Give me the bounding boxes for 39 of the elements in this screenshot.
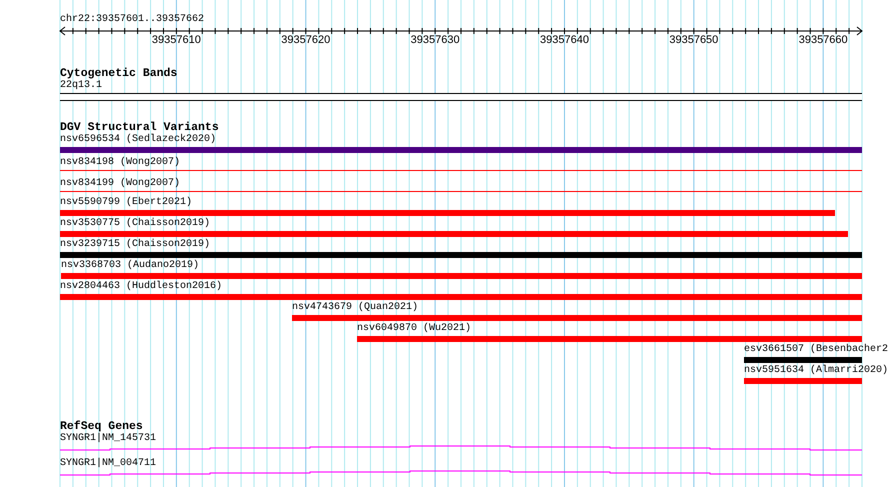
variant-bar[interactable] xyxy=(60,252,862,258)
ruler-tick-label: 39357650 xyxy=(669,34,718,47)
variant-bar[interactable] xyxy=(61,273,862,279)
gene-line[interactable] xyxy=(60,446,862,450)
variant-label[interactable]: nsv4743679 (Quan2021) xyxy=(292,302,418,314)
variant-bar[interactable] xyxy=(744,378,862,384)
variant-label[interactable]: nsv3368703 (Audano2019) xyxy=(61,260,200,272)
gene-label[interactable]: SYNGR1|NM_145731 xyxy=(60,433,156,445)
variant-line[interactable] xyxy=(60,170,862,171)
track-title: RefSeq Genes xyxy=(60,420,143,433)
gene-label[interactable]: SYNGR1|NM_004711 xyxy=(60,458,156,470)
variant-label[interactable]: nsv5951634 (Almarri2020) xyxy=(744,365,888,377)
variant-label[interactable]: nsv6049870 (Wu2021) xyxy=(357,323,472,335)
variant-line[interactable] xyxy=(60,191,862,192)
variant-bar[interactable] xyxy=(60,294,862,300)
variant-bar[interactable] xyxy=(357,336,862,342)
ruler-tick-label: 39357620 xyxy=(281,34,330,47)
variant-label[interactable]: esv3661507 (Besenbacher2 xyxy=(744,344,888,356)
track-title: Cytogenetic Bands xyxy=(60,67,178,80)
ruler-tick-label: 39357610 xyxy=(152,34,201,47)
band-label: 22q13.1 xyxy=(60,80,102,92)
location-label: chr22:39357601..39357662 xyxy=(60,14,204,26)
ruler-tick-label: 39357630 xyxy=(410,34,460,47)
variant-bar[interactable] xyxy=(60,147,862,153)
variant-bar[interactable] xyxy=(60,231,848,237)
variant-label[interactable]: nsv6596534 (Sedlazeck2020) xyxy=(60,134,216,146)
gene-line[interactable] xyxy=(60,470,862,476)
variant-label[interactable]: nsv834199 (Wong2007) xyxy=(60,178,180,190)
variant-bar[interactable] xyxy=(292,315,862,321)
variant-label[interactable]: nsv3239715 (Chaisson2019) xyxy=(60,239,210,251)
variant-label[interactable]: nsv834198 (Wong2007) xyxy=(60,157,180,169)
variant-label[interactable]: nsv2804463 (Huddleston2016) xyxy=(60,281,222,293)
variant-label[interactable]: nsv3530775 (Chaisson2019) xyxy=(60,218,210,230)
variant-label[interactable]: nsv5590799 (Ebert2021) xyxy=(60,197,192,209)
variant-bar[interactable] xyxy=(60,210,835,216)
ruler-tick-label: 39357660 xyxy=(798,34,848,47)
track-title: DGV Structural Variants xyxy=(60,121,219,134)
variant-bar[interactable] xyxy=(744,357,862,363)
ruler-tick-label: 39357640 xyxy=(540,34,589,47)
